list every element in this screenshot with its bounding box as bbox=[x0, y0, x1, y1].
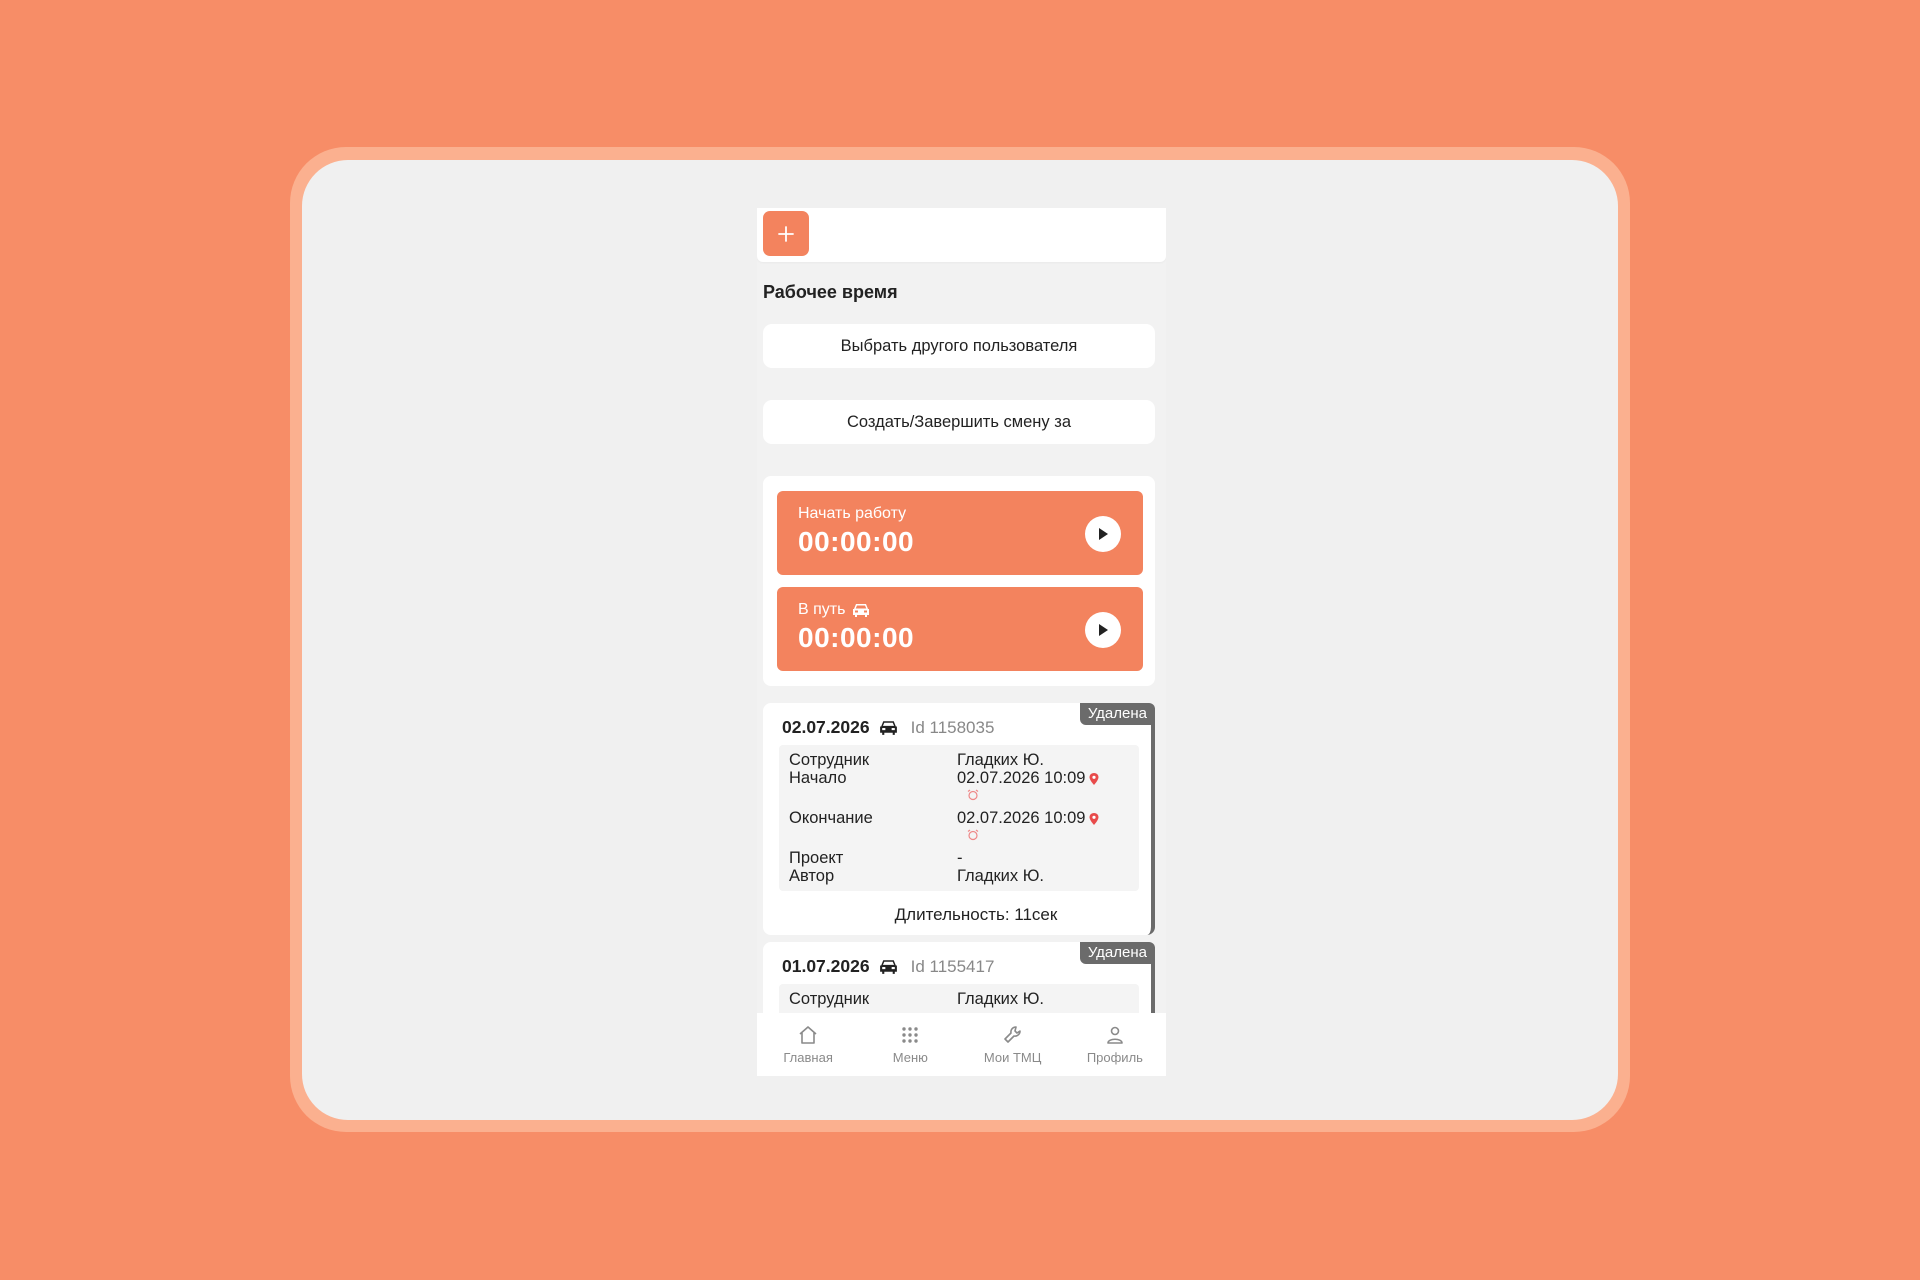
nav-label: Меню bbox=[892, 1050, 928, 1065]
entry-date: 01.07.2026 bbox=[782, 956, 870, 976]
play-icon bbox=[1099, 624, 1108, 636]
play-icon bbox=[1099, 528, 1108, 540]
play-button[interactable] bbox=[1085, 516, 1121, 552]
employee-label: Сотрудник bbox=[789, 990, 870, 1008]
nav-menu[interactable]: Меню bbox=[865, 1024, 955, 1065]
app-view: Рабочее время Выбрать другого пользовате… bbox=[757, 208, 1166, 1076]
choose-user-button[interactable]: Выбрать другого пользователя bbox=[763, 324, 1155, 368]
timer-value: 00:00:00 bbox=[798, 526, 915, 557]
timer-card: Начать работу 00:00:00 В путь 00:00:00 bbox=[763, 476, 1155, 686]
shift-button[interactable]: Создать/Завершить смену за bbox=[763, 400, 1155, 444]
project-label: Проект bbox=[789, 849, 844, 867]
alarm-clock-icon bbox=[967, 789, 979, 801]
car-icon bbox=[879, 960, 897, 974]
entry-id: Id 1158035 bbox=[910, 717, 995, 737]
home-icon bbox=[799, 1026, 817, 1044]
timer-value: 00:00:00 bbox=[798, 622, 915, 653]
top-bar bbox=[757, 208, 1166, 262]
car-icon bbox=[879, 721, 897, 735]
start-value: 02.07.2026 10:09 bbox=[957, 769, 1099, 788]
entry-date: 02.07.2026 bbox=[782, 717, 870, 737]
project-value: - bbox=[957, 849, 963, 867]
entry-duration: Длительность: 11сек bbox=[894, 905, 1058, 924]
nav-label: Главная bbox=[783, 1050, 833, 1065]
location-pin-icon[interactable] bbox=[1089, 772, 1099, 785]
on-the-way-timer[interactable]: В путь 00:00:00 bbox=[777, 587, 1143, 671]
author-label: Автор bbox=[789, 867, 835, 885]
employee-value: Гладких Ю. bbox=[957, 990, 1044, 1008]
entry-id: Id 1155417 bbox=[910, 956, 995, 976]
end-value: 02.07.2026 10:09 bbox=[957, 809, 1099, 828]
nav-my-tmc[interactable]: Мои ТМЦ bbox=[968, 1024, 1058, 1065]
start-label: Начало bbox=[789, 769, 847, 787]
bottom-nav: Главная Меню Мои ТМЦ Профиль bbox=[757, 1013, 1166, 1076]
nav-profile[interactable]: Профиль bbox=[1070, 1024, 1160, 1065]
time-entry-card[interactable]: Удалена 02.07.2026 Id 1158035 Сотрудник … bbox=[763, 703, 1155, 935]
nav-label: Профиль bbox=[1086, 1050, 1143, 1065]
timer-label: В путь bbox=[798, 601, 871, 619]
status-badge: Удалена bbox=[1079, 942, 1155, 964]
user-icon bbox=[1107, 1026, 1123, 1044]
page-title: Рабочее время bbox=[763, 282, 898, 302]
plus-icon bbox=[778, 225, 794, 242]
status-badge: Удалена bbox=[1079, 703, 1155, 725]
car-icon bbox=[853, 604, 870, 617]
alarm-clock-icon bbox=[967, 829, 979, 841]
grid-icon bbox=[902, 1027, 919, 1043]
nav-home[interactable]: Главная bbox=[763, 1024, 853, 1065]
end-label: Окончание bbox=[789, 809, 873, 827]
entry-details: Сотрудник Гладких Ю. Начало 02.07.2026 1… bbox=[779, 745, 1139, 891]
wrench-icon bbox=[1003, 1026, 1021, 1043]
nav-label: Мои ТМЦ bbox=[983, 1050, 1042, 1065]
start-work-timer[interactable]: Начать работу 00:00:00 bbox=[777, 491, 1143, 575]
timer-label: Начать работу bbox=[798, 505, 907, 522]
employee-label: Сотрудник bbox=[789, 751, 870, 769]
play-button[interactable] bbox=[1085, 612, 1121, 648]
entry-header: 01.07.2026 Id 1155417 bbox=[782, 956, 994, 977]
location-pin-icon[interactable] bbox=[1089, 812, 1099, 825]
employee-value: Гладких Ю. bbox=[957, 751, 1044, 769]
author-value: Гладких Ю. bbox=[957, 867, 1044, 885]
entry-header: 02.07.2026 Id 1158035 bbox=[782, 717, 994, 738]
add-button[interactable] bbox=[763, 211, 809, 256]
